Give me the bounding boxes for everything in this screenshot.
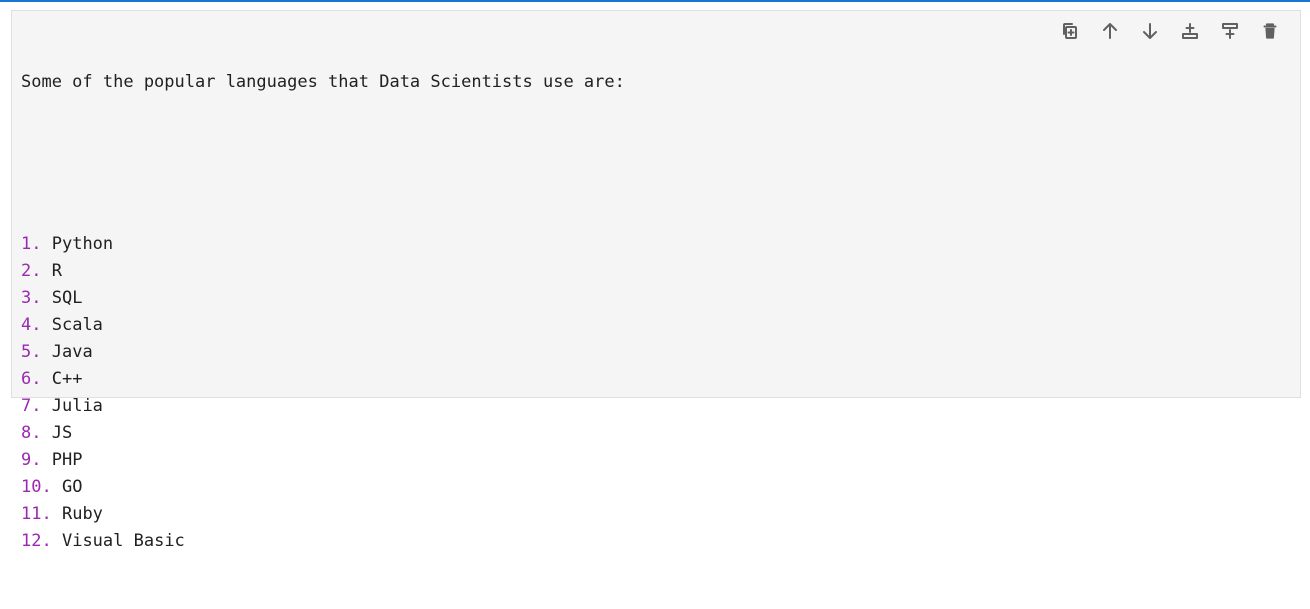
move-up-button[interactable] <box>1090 17 1130 45</box>
list-item-number: 6. <box>21 369 42 389</box>
list-item: 4. Scala <box>21 312 625 339</box>
duplicate-icon <box>1063 23 1077 39</box>
intro-text: Some of the popular languages that Data … <box>21 72 625 92</box>
list-item: 1. Python <box>21 231 625 258</box>
insert-below-button[interactable] <box>1210 17 1250 45</box>
list-item-label: Visual Basic <box>61 531 185 551</box>
list-item: 8. JS <box>21 420 625 447</box>
list-item-label: GO <box>61 477 83 497</box>
list-item: 3. SQL <box>21 285 625 312</box>
move-down-button[interactable] <box>1130 17 1170 45</box>
insert-above-button[interactable] <box>1170 17 1210 45</box>
list-item-number: 10. <box>21 477 52 497</box>
move-down-icon <box>1143 23 1157 39</box>
active-cell-indicator <box>0 0 1310 2</box>
move-up-icon <box>1103 23 1117 39</box>
list-item-number: 1. <box>21 234 42 254</box>
list-item-number: 5. <box>21 342 42 362</box>
list-item-label: Julia <box>51 396 103 416</box>
duplicate-button[interactable] <box>1050 17 1090 45</box>
cell-toolbar <box>1050 17 1290 45</box>
list-item-number: 11. <box>21 504 52 524</box>
list-item-label: C++ <box>51 369 83 389</box>
list-item: 2. R <box>21 258 625 285</box>
list-item-number: 9. <box>21 450 42 470</box>
list-item: 9. PHP <box>21 447 625 474</box>
list-item-label: PHP <box>51 450 83 470</box>
list-item-number: 12. <box>21 531 52 551</box>
list-item-number: 3. <box>21 288 42 308</box>
delete-icon <box>1263 23 1277 39</box>
list-item-label: Python <box>51 234 114 254</box>
list-item: 5. Java <box>21 339 625 366</box>
list-item: 11. Ruby <box>21 501 625 528</box>
list-item: 7. Julia <box>21 393 625 420</box>
list-item: 12. Visual Basic <box>21 528 625 555</box>
insert-above-icon <box>1182 23 1198 39</box>
list-item-number: 8. <box>21 423 42 443</box>
language-list: 1. Python 2. R 3. SQL 4. Scala 5. Java 6. C++… <box>21 231 625 555</box>
list-item-number: 7. <box>21 396 42 416</box>
list-item: 10. GO <box>21 474 625 501</box>
list-item-number: 4. <box>21 315 42 335</box>
list-item-number: 2. <box>21 261 42 281</box>
insert-below-icon <box>1222 23 1238 39</box>
list-item: 6. C++ <box>21 366 625 393</box>
markdown-cell[interactable]: Some of the popular languages that Data … <box>11 10 1301 551</box>
list-item-label: R <box>51 261 62 281</box>
delete-button[interactable] <box>1250 17 1290 45</box>
list-item-label: JS <box>51 423 73 443</box>
list-item-label: Java <box>51 342 93 362</box>
list-item-label: Ruby <box>61 504 103 524</box>
cell-content[interactable]: Some of the popular languages that Data … <box>21 11 625 609</box>
list-item-label: SQL <box>51 288 83 308</box>
list-item-label: Scala <box>51 315 103 335</box>
